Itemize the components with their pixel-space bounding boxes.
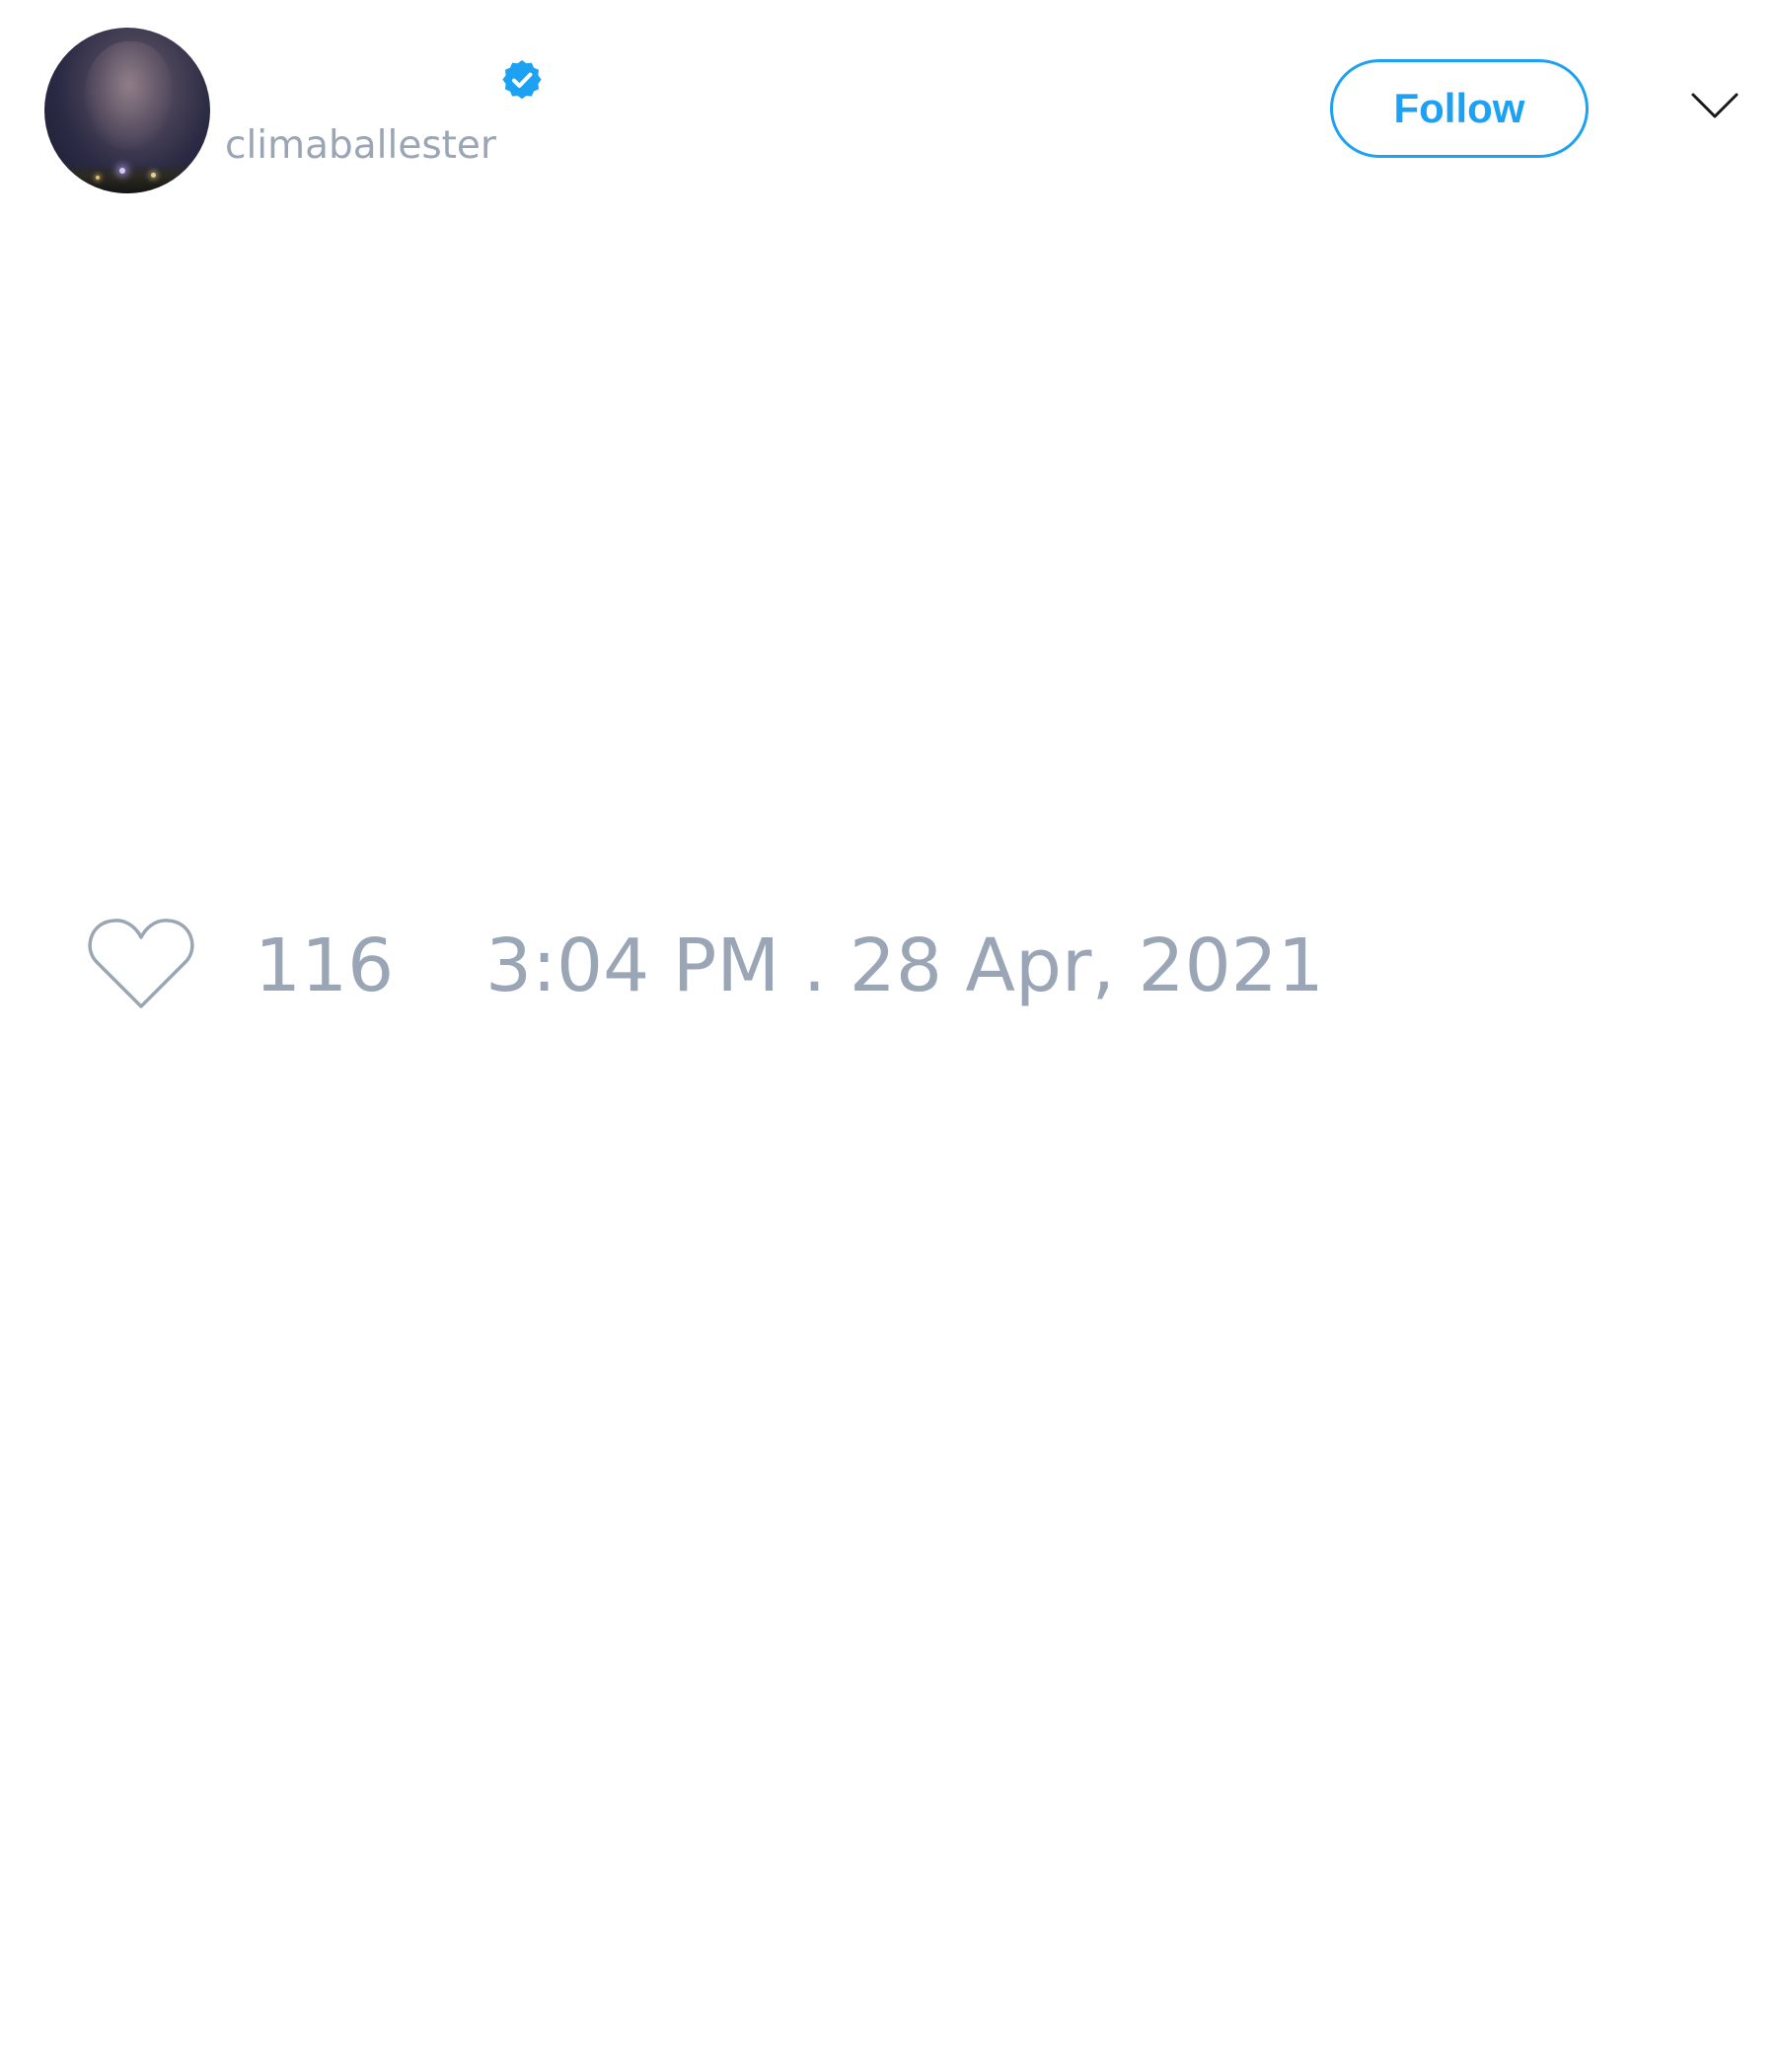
- verified-badge-icon: [502, 60, 542, 100]
- avatar-light: [96, 176, 100, 180]
- user-handle[interactable]: climaballester: [225, 126, 496, 165]
- chevron-down-icon[interactable]: [1690, 91, 1739, 120]
- tweet-timestamp[interactable]: 3:04 PM . 28 Apr, 2021: [485, 929, 1324, 1002]
- follow-button[interactable]: Follow: [1330, 59, 1589, 158]
- likes-count: 116: [255, 924, 395, 1008]
- heart-icon[interactable]: [87, 916, 195, 1014]
- avatar[interactable]: [44, 28, 210, 193]
- avatar-cloud-shape: [84, 41, 173, 150]
- avatar-light: [151, 173, 156, 178]
- avatar-ground-shape: [44, 164, 210, 193]
- avatar-light: [119, 168, 125, 174]
